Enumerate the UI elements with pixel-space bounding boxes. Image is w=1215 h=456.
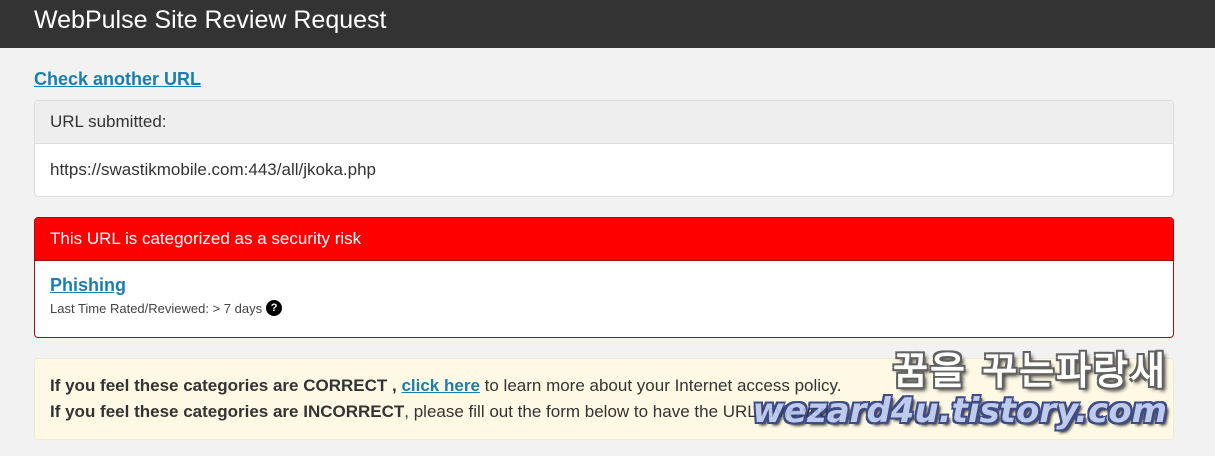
submitted-url: https://swastikmobile.com:443/all/jkoka.…: [50, 160, 376, 179]
review-notice: If you feel these categories are CORRECT…: [34, 358, 1174, 440]
notice-correct-rest: to learn more about your Internet access…: [484, 376, 842, 395]
check-another-url-link[interactable]: Check another URL: [34, 69, 201, 90]
click-here-link[interactable]: click here: [401, 376, 479, 395]
url-submitted-panel: URL submitted: https://swastikmobile.com…: [34, 100, 1174, 197]
last-rated-text: Last Time Rated/Reviewed: > 7 days: [50, 300, 263, 316]
notice-correct-bold: If you feel these categories are CORRECT…: [50, 376, 397, 395]
notice-line-incorrect: If you feel these categories are INCORRE…: [50, 399, 1158, 425]
url-submitted-label: URL submitted:: [35, 101, 1173, 144]
notice-incorrect-rest: , please fill out the form below to have…: [404, 402, 834, 421]
last-rated-row: Last Time Rated/Reviewed: > 7 days ?: [50, 300, 1158, 316]
notice-line-correct: If you feel these categories are CORRECT…: [50, 373, 1158, 399]
page-title: WebPulse Site Review Request: [34, 6, 387, 34]
category-phishing-link[interactable]: Phishing: [50, 275, 126, 295]
main-content: Check another URL URL submitted: https:/…: [0, 48, 1215, 440]
categorization-panel: This URL is categorized as a security ri…: [34, 217, 1174, 338]
app-header: WebPulse Site Review Request: [0, 0, 1215, 48]
help-icon[interactable]: ?: [266, 300, 283, 316]
security-risk-banner: This URL is categorized as a security ri…: [35, 218, 1173, 261]
notice-incorrect-bold: If you feel these categories are INCORRE…: [50, 402, 405, 421]
categorization-body: Phishing Last Time Rated/Reviewed: > 7 d…: [35, 261, 1173, 337]
